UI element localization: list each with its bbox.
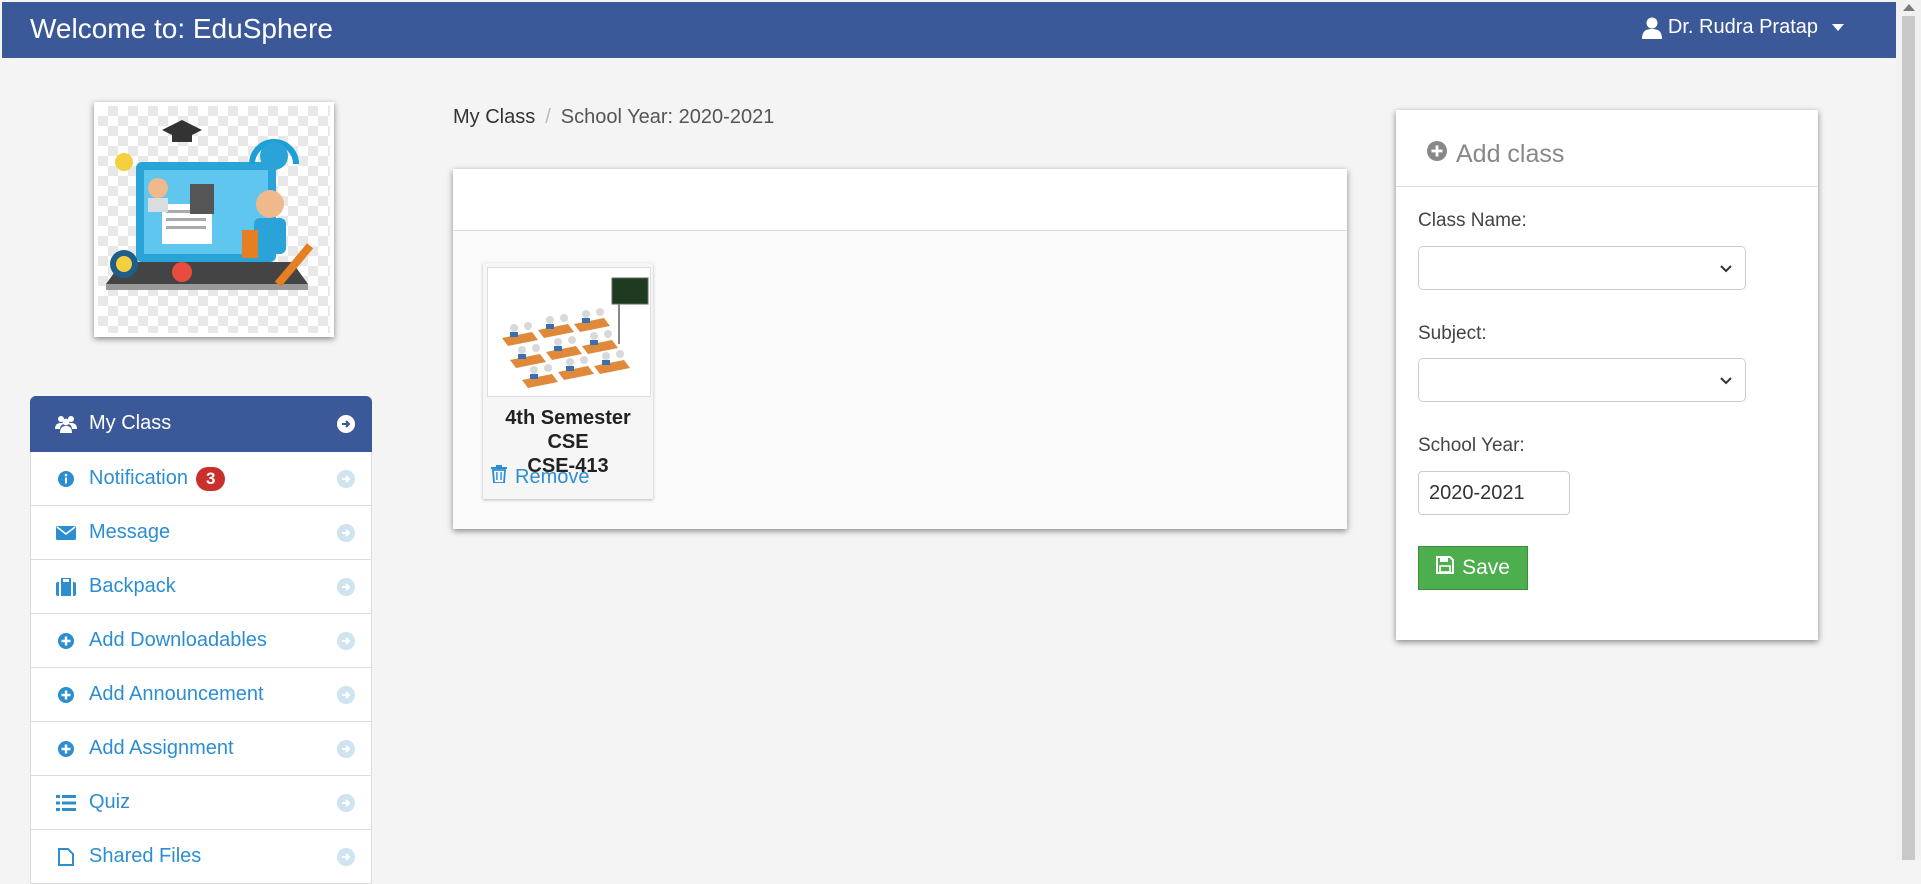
add-class-header: Add class: [1396, 110, 1818, 187]
save-label: Save: [1462, 556, 1510, 579]
info-icon: [55, 468, 77, 490]
sidebar-item-label: Add Assignment: [89, 737, 234, 759]
sidebar-item-label: Add Downloadables: [89, 629, 267, 651]
school-logo: [94, 102, 334, 337]
notification-count-badge: 3: [195, 466, 226, 491]
arrow-right-circle-icon: [337, 631, 355, 650]
users-icon: [55, 413, 77, 435]
breadcrumb-my-class[interactable]: My Class: [453, 106, 535, 129]
user-menu[interactable]: Dr. Rudra Pratap: [1641, 16, 1844, 39]
scroll-up-icon[interactable]: [1903, 4, 1915, 11]
sidebar-item-my-class[interactable]: My Class: [30, 396, 372, 452]
school-year-input[interactable]: 2020-2021: [1418, 471, 1570, 515]
school-year-label: School Year:: [1418, 435, 1525, 456]
sidebar-item-label: Message: [89, 521, 171, 543]
envelope-icon: [55, 522, 77, 544]
breadcrumb-school-year: School Year: 2020-2021: [560, 106, 775, 128]
briefcase-icon: [55, 576, 77, 598]
user-name: Dr. Rudra Pratap: [1667, 16, 1818, 38]
plus-circle-icon: [55, 738, 77, 760]
class-list-panel: 4th Semester CSE CSE-413 Remove: [453, 169, 1347, 529]
sidebar-item-label: My Class: [89, 412, 172, 434]
subject-label: Subject:: [1418, 323, 1487, 344]
arrow-right-circle-icon: [337, 469, 355, 488]
file-icon: [55, 846, 77, 868]
class-name-label: Class Name:: [1418, 210, 1527, 231]
arrow-right-circle-icon: [337, 523, 355, 542]
class-name-select[interactable]: [1418, 246, 1746, 290]
plus-circle-icon: [1426, 140, 1448, 169]
sidebar-item-notification[interactable]: Notification 3: [30, 452, 372, 506]
sidebar-item-add-assignment[interactable]: Add Assignment: [30, 722, 372, 776]
top-navbar: Welcome to: EduSphere Dr. Rudra Pratap: [2, 2, 1896, 58]
sidebar-item-add-announcement[interactable]: Add Announcement: [30, 668, 372, 722]
chevron-down-icon: [1832, 24, 1844, 31]
chevron-down-icon: [1719, 261, 1733, 279]
sidebar-item-label: Notification: [89, 467, 188, 489]
sidebar-item-label: Shared Files: [89, 845, 202, 867]
remove-label: Remove: [515, 465, 590, 488]
class-name-line1: 4th Semester CSE: [505, 407, 631, 453]
arrow-right-circle-icon: [337, 847, 355, 866]
user-icon: [1641, 17, 1662, 39]
arrow-right-circle-icon: [337, 739, 355, 758]
panel-header: [453, 169, 1347, 231]
arrow-right-circle-icon: [337, 793, 355, 812]
sidebar-nav: My Class Notification 3 Message Backpack: [30, 396, 372, 884]
list-icon: [55, 792, 77, 814]
class-card: 4th Semester CSE CSE-413 Remove: [483, 263, 653, 499]
scrollbar-thumb[interactable]: [1902, 16, 1915, 860]
page-scrollbar[interactable]: [1896, 0, 1921, 860]
sidebar-item-message[interactable]: Message: [30, 506, 372, 560]
plus-circle-icon: [55, 630, 77, 652]
breadcrumb-separator: /: [545, 106, 551, 128]
sidebar-item-label: Add Announcement: [89, 683, 264, 705]
trash-icon: [491, 465, 507, 489]
add-class-title: Add class: [1426, 140, 1564, 169]
subject-select[interactable]: [1418, 358, 1746, 402]
sidebar-item-quiz[interactable]: Quiz: [30, 776, 372, 830]
add-class-panel: Add class Class Name: Subject: School Ye…: [1396, 110, 1818, 640]
sidebar-item-backpack[interactable]: Backpack: [30, 560, 372, 614]
sidebar-item-shared-files[interactable]: Shared Files: [30, 830, 372, 884]
classroom-thumbnail[interactable]: [487, 267, 651, 397]
sidebar-item-label: Backpack: [89, 575, 176, 597]
arrow-right-circle-icon: [337, 577, 355, 596]
plus-circle-icon: [55, 684, 77, 706]
chevron-down-icon: [1719, 373, 1733, 391]
sidebar-item-add-downloadables[interactable]: Add Downloadables: [30, 614, 372, 668]
brand-title: Welcome to: EduSphere: [30, 13, 333, 44]
add-class-title-text: Add class: [1456, 140, 1565, 168]
remove-class-link[interactable]: Remove: [491, 465, 589, 489]
floppy-disk-icon: [1436, 556, 1455, 580]
save-button[interactable]: Save: [1418, 546, 1528, 590]
arrow-right-circle-icon: [337, 685, 355, 704]
sidebar-item-label: Quiz: [89, 791, 131, 813]
arrow-right-circle-icon: [337, 414, 355, 433]
breadcrumb: My Class / School Year: 2020-2021: [453, 106, 774, 129]
